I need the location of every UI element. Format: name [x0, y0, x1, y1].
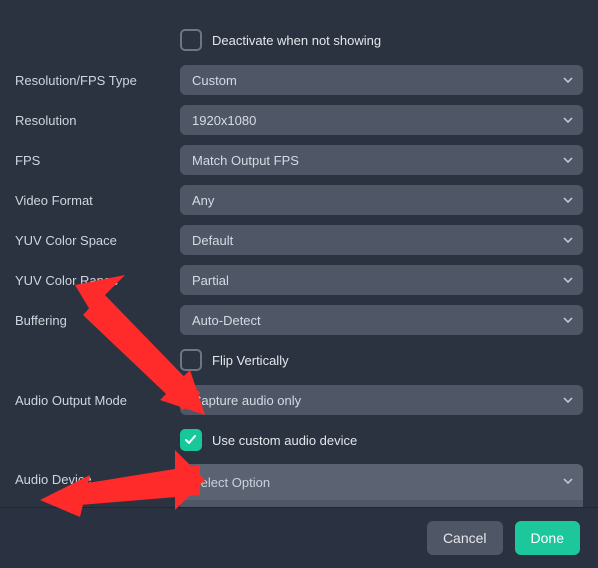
label-deactivate: Deactivate when not showing [212, 33, 381, 48]
select-resolution[interactable]: 1920x1080 [180, 105, 583, 135]
chevron-down-icon [563, 277, 573, 283]
chevron-down-icon [563, 117, 573, 123]
row-custom-audio: Use custom audio device [0, 420, 598, 460]
properties-panel: Deactivate when not showing Resolution/F… [0, 0, 598, 568]
select-audio-device-placeholder: Select Option [192, 475, 270, 490]
row-video-format: Video Format Any [0, 180, 598, 220]
label-custom-audio: Use custom audio device [212, 433, 357, 448]
select-audio-device-head[interactable]: Select Option [180, 464, 583, 500]
done-button[interactable]: Done [515, 521, 580, 555]
row-audio-output: Audio Output Mode Capture audio only [0, 380, 598, 420]
label-audio-output: Audio Output Mode [15, 393, 180, 408]
label-audio-device: Audio Device [15, 464, 180, 487]
label-yuv-range: YUV Color Range [15, 273, 180, 288]
select-video-format-value: Any [192, 193, 214, 208]
select-buffering-value: Auto-Detect [192, 313, 261, 328]
select-fps[interactable]: Match Output FPS [180, 145, 583, 175]
label-flip: Flip Vertically [212, 353, 289, 368]
select-buffering[interactable]: Auto-Detect [180, 305, 583, 335]
checkbox-flip[interactable] [180, 349, 202, 371]
select-yuv-space-value: Default [192, 233, 233, 248]
label-resolution-type: Resolution/FPS Type [15, 73, 180, 88]
chevron-down-icon [563, 237, 573, 243]
select-yuv-range[interactable]: Partial [180, 265, 583, 295]
checkbox-deactivate[interactable] [180, 29, 202, 51]
footer: Cancel Done [0, 507, 598, 568]
select-resolution-value: 1920x1080 [192, 113, 256, 128]
chevron-down-icon [563, 157, 573, 163]
row-fps: FPS Match Output FPS [0, 140, 598, 180]
label-buffering: Buffering [15, 313, 180, 328]
label-yuv-space: YUV Color Space [15, 233, 180, 248]
select-yuv-space[interactable]: Default [180, 225, 583, 255]
chevron-down-icon [563, 197, 573, 203]
row-yuv-space: YUV Color Space Default [0, 220, 598, 260]
chevron-down-icon [563, 397, 573, 403]
chevron-down-icon [563, 77, 573, 83]
label-fps: FPS [15, 153, 180, 168]
row-yuv-range: YUV Color Range Partial [0, 260, 598, 300]
chevron-down-icon [563, 317, 573, 323]
select-audio-output-value: Capture audio only [192, 393, 301, 408]
label-video-format: Video Format [15, 193, 180, 208]
select-fps-value: Match Output FPS [192, 153, 299, 168]
select-audio-output[interactable]: Capture audio only [180, 385, 583, 415]
check-icon [185, 435, 197, 445]
row-resolution-type: Resolution/FPS Type Custom [0, 60, 598, 100]
cancel-button[interactable]: Cancel [427, 521, 503, 555]
row-flip: Flip Vertically [0, 340, 598, 380]
select-resolution-type-value: Custom [192, 73, 237, 88]
checkbox-custom-audio[interactable] [180, 429, 202, 451]
label-resolution: Resolution [15, 113, 180, 128]
select-resolution-type[interactable]: Custom [180, 65, 583, 95]
select-video-format[interactable]: Any [180, 185, 583, 215]
select-yuv-range-value: Partial [192, 273, 229, 288]
row-deactivate: Deactivate when not showing [0, 20, 598, 60]
row-buffering: Buffering Auto-Detect [0, 300, 598, 340]
row-resolution: Resolution 1920x1080 [0, 100, 598, 140]
chevron-down-icon [563, 478, 573, 484]
